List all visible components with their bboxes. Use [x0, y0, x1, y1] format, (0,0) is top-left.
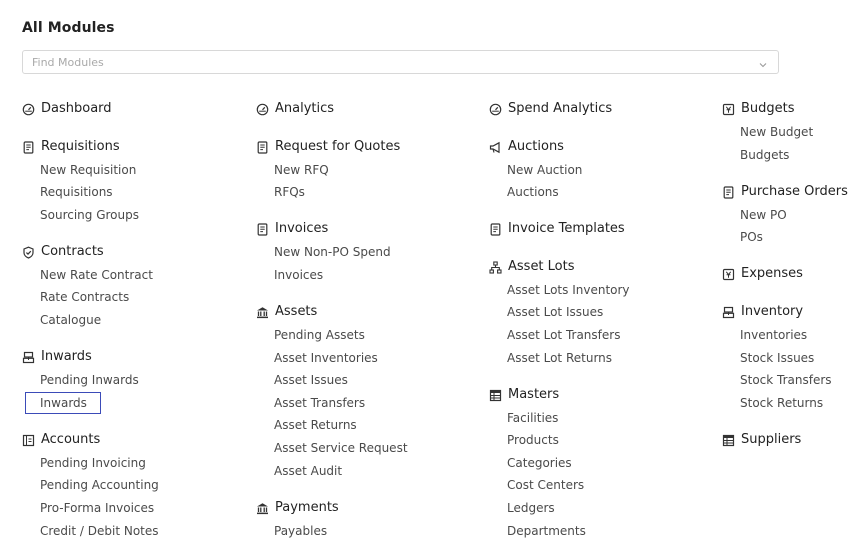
module-header-label: Invoice Templates: [508, 221, 625, 237]
module-link-stock-issues[interactable]: Stock Issues: [740, 349, 814, 367]
module-link-rate-contracts[interactable]: Rate Contracts: [40, 288, 129, 306]
module-link-new-po[interactable]: New PO: [740, 206, 787, 224]
sitemap-icon: [489, 261, 502, 274]
module-header-label: Invoices: [275, 221, 329, 237]
module-link-new-rate-contract[interactable]: New Rate Contract: [40, 266, 153, 284]
module-link-pending-inwards[interactable]: Pending Inwards: [40, 371, 139, 389]
module-link-asset-lot-transfers[interactable]: Asset Lot Transfers: [507, 326, 620, 344]
module-link-new-requisition[interactable]: New Requisition: [40, 161, 136, 179]
module-link-requisitions[interactable]: Requisitions: [40, 183, 113, 201]
module-link-new-budget[interactable]: New Budget: [740, 123, 813, 141]
module-header-label: Budgets: [741, 101, 795, 116]
module-link-auctions[interactable]: Auctions: [507, 183, 559, 201]
module-header-label: Assets: [275, 303, 318, 319]
inwards-icon: [22, 351, 35, 364]
module-link-new-non-po-spend[interactable]: New Non-PO Spend: [274, 243, 391, 261]
module-header-label: Requisitions: [41, 138, 120, 154]
module-link-ledgers[interactable]: Ledgers: [507, 499, 555, 517]
document-icon: [489, 223, 502, 236]
module-header-label: Inwards: [41, 349, 92, 365]
module-header-label: Request for Quotes: [275, 138, 401, 154]
module-header-label: Accounts: [41, 431, 101, 447]
megaphone-icon: [489, 141, 502, 154]
chevron-down-icon[interactable]: [757, 56, 769, 68]
module-link-inwards[interactable]: Inwards: [25, 391, 101, 414]
module-link-invoices[interactable]: Invoices: [274, 266, 323, 284]
document-icon: [722, 186, 735, 199]
gauge-icon: [22, 103, 35, 116]
bank-icon: [256, 502, 269, 515]
module-link-facilities[interactable]: Facilities: [507, 409, 558, 427]
module-link-pending-invoicing[interactable]: Pending Invoicing: [40, 454, 146, 472]
ledger-icon: [22, 434, 35, 447]
module-header-label: Masters: [508, 386, 560, 402]
module-link-departments[interactable]: Departments: [507, 522, 586, 540]
module-link-asset-inventories[interactable]: Asset Inventories: [274, 349, 378, 367]
page-title: All Modules: [22, 20, 115, 36]
module-link-asset-lots-inventory[interactable]: Asset Lots Inventory: [507, 281, 630, 299]
module-link-asset-service-request[interactable]: Asset Service Request: [274, 439, 408, 457]
module-link-pos[interactable]: POs: [740, 228, 763, 246]
module-link-budgets[interactable]: Budgets: [740, 146, 789, 164]
module-header-label: Purchase Orders: [741, 183, 848, 199]
module-link-asset-lot-issues[interactable]: Asset Lot Issues: [507, 303, 603, 321]
search-input[interactable]: [23, 51, 752, 73]
module-link-asset-audit[interactable]: Asset Audit: [274, 462, 342, 480]
module-link-asset-lot-returns[interactable]: Asset Lot Returns: [507, 349, 612, 367]
module-header-label: Analytics: [275, 101, 335, 116]
module-link-rfqs[interactable]: RFQs: [274, 183, 305, 201]
module-link-credit-debit-notes[interactable]: Credit / Debit Notes: [40, 522, 159, 540]
gauge-icon: [256, 103, 269, 116]
currency-icon: [722, 268, 735, 281]
module-header-label: Inventory: [741, 303, 804, 319]
module-link-stock-transfers[interactable]: Stock Transfers: [740, 371, 832, 389]
inwards-icon: [722, 306, 735, 319]
module-link-pro-forma-invoices[interactable]: Pro-Forma Invoices: [40, 499, 154, 517]
module-header-label: Auctions: [508, 138, 564, 154]
module-link-sourcing-groups[interactable]: Sourcing Groups: [40, 206, 139, 224]
currency-icon: [722, 103, 735, 116]
module-header-label: Expenses: [741, 266, 803, 282]
module-link-cost-centers[interactable]: Cost Centers: [507, 476, 584, 494]
module-link-products[interactable]: Products: [507, 431, 559, 449]
module-header-label: Spend Analytics: [508, 101, 613, 116]
module-link-payables[interactable]: Payables: [274, 522, 327, 540]
module-link-categories[interactable]: Categories: [507, 454, 572, 472]
module-link-asset-issues[interactable]: Asset Issues: [274, 371, 348, 389]
module-link-new-auction[interactable]: New Auction: [507, 161, 582, 179]
document-icon: [256, 140, 269, 154]
table-icon: [489, 389, 502, 402]
module-header-label: Asset Lots: [508, 258, 575, 274]
module-link-stock-returns[interactable]: Stock Returns: [740, 394, 823, 412]
module-header-label: Suppliers: [741, 431, 802, 447]
module-link-asset-transfers[interactable]: Asset Transfers: [274, 394, 365, 412]
module-header-label: Dashboard: [41, 101, 112, 116]
document-icon: [256, 223, 269, 236]
table-icon: [722, 434, 735, 447]
module-link-inventories[interactable]: Inventories: [740, 326, 807, 344]
module-link-catalogue[interactable]: Catalogue: [40, 311, 101, 329]
module-link-asset-returns[interactable]: Asset Returns: [274, 416, 357, 434]
shield-check-icon: [22, 246, 35, 259]
module-link-pending-accounting[interactable]: Pending Accounting: [40, 476, 159, 494]
module-link-pending-assets[interactable]: Pending Assets: [274, 326, 365, 344]
module-header-label: Contracts: [41, 243, 104, 259]
find-modules-search[interactable]: [22, 50, 779, 74]
bank-icon: [256, 306, 269, 319]
document-icon: [22, 140, 35, 154]
module-header-label: Payments: [275, 499, 339, 515]
module-link-new-rfq[interactable]: New RFQ: [274, 161, 329, 179]
gauge-icon: [489, 103, 502, 116]
